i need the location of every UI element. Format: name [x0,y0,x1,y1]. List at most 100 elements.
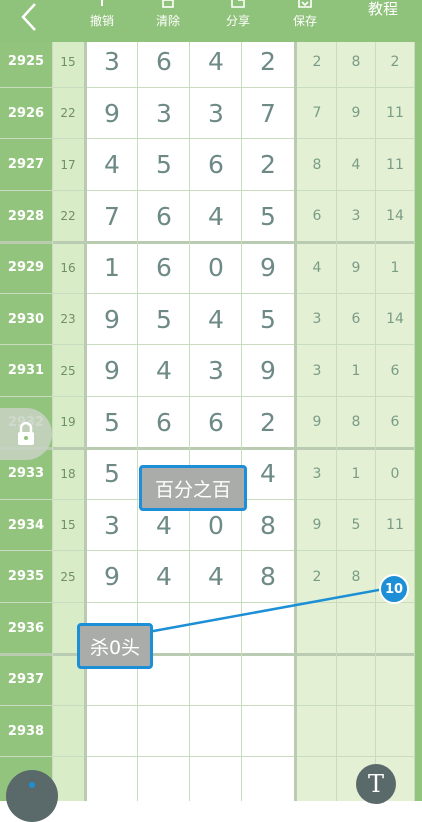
annotation-tag-100-percent[interactable]: 百分之百 [139,465,247,511]
digit-cell[interactable]: 5 [242,191,294,243]
extra-cell [376,654,414,706]
digit-cell[interactable]: 9 [86,294,138,346]
table-row[interactable]: 2938 [0,706,414,758]
text-tool-button[interactable]: T [356,764,396,804]
digit-cell[interactable]: 9 [86,345,138,397]
digit-cell[interactable] [242,603,294,655]
digit-cell[interactable]: 3 [138,88,190,140]
extra-cell: 1 [351,465,361,482]
save-button[interactable]: 保存 [277,0,333,42]
extra-cell: 14 [386,311,404,328]
table-row[interactable]: 2930 23 9 5 4 5 3 6 14 [0,294,414,346]
digit-cell[interactable]: 3 [190,88,242,140]
annotation-badge[interactable]: 10 [379,574,409,604]
back-button[interactable] [16,2,42,32]
digit-cell[interactable] [242,706,294,758]
digit-cell[interactable]: 1 [86,242,138,294]
sum-cell: 17 [60,157,76,172]
sum-cell: 19 [60,415,76,430]
column-divider [137,42,138,801]
digit-cell[interactable]: 5 [138,139,190,191]
annotation-tag-kill-zero-head[interactable]: 杀0头 [77,623,153,669]
column-divider [336,42,337,801]
trash-icon [162,0,174,8]
digit-cell[interactable]: 6 [190,397,242,449]
extra-cell: 6 [390,414,400,431]
table-row[interactable]: 2935 25 9 4 4 8 2 8 [0,551,414,603]
table-row[interactable]: 2925 15 3 6 4 2 2 8 2 [0,36,414,88]
digit-cell[interactable] [86,706,138,758]
extra-cell [337,654,375,706]
digit-cell[interactable]: 4 [242,448,294,500]
digit-cell[interactable]: 4 [190,294,242,346]
table-row[interactable]: 2927 17 4 5 6 2 8 4 11 [0,139,414,191]
digit-cell[interactable]: 6 [190,139,242,191]
table-row[interactable]: 2931 25 9 4 3 9 3 1 6 [0,345,414,397]
undo-button[interactable]: 撤销 [74,0,130,42]
digit-cell[interactable]: 7 [242,88,294,140]
digit-cell[interactable]: 6 [138,36,190,88]
digit-cell[interactable]: 4 [86,139,138,191]
digit-cell[interactable]: 6 [138,242,190,294]
extra-cell: 8 [351,53,361,70]
save-icon [298,0,312,8]
digit-cell[interactable]: 3 [86,500,138,552]
digit-cell[interactable]: 2 [242,139,294,191]
digit-cell[interactable]: 6 [138,191,190,243]
digit-cell[interactable] [190,654,242,706]
digit-cell[interactable] [242,654,294,706]
digit-cell[interactable] [138,706,190,758]
undo-icon [101,0,103,6]
digit-cell[interactable]: 9 [242,242,294,294]
digit-cell[interactable] [190,706,242,758]
digit-cell[interactable]: 8 [242,551,294,603]
digit-cell[interactable]: 4 [138,345,190,397]
extra-cell: 4 [351,156,361,173]
digit-cell[interactable]: 2 [242,397,294,449]
digit-cell[interactable]: 4 [138,551,190,603]
digit-cell[interactable]: 7 [86,191,138,243]
digit-cell[interactable] [190,603,242,655]
digit-cell[interactable]: 8 [242,500,294,552]
digit-cell[interactable]: 4 [190,551,242,603]
digit-cell[interactable]: 9 [86,551,138,603]
extra-cell: 11 [386,156,404,173]
digit-cell[interactable]: 5 [86,397,138,449]
clear-button[interactable]: 清除 [140,0,196,42]
digit-cell[interactable]: 0 [190,242,242,294]
digit-cell[interactable]: 9 [242,345,294,397]
table-row[interactable]: 2928 22 7 6 4 5 6 3 14 [0,191,414,243]
digit-cell[interactable]: 9 [86,88,138,140]
left-floating-button[interactable] [6,770,58,822]
digit-cell[interactable]: 2 [242,36,294,88]
right-edge-column [414,42,422,801]
digit-cell[interactable]: 5 [138,294,190,346]
digit-cell[interactable]: 3 [86,36,138,88]
table-row[interactable]: 2926 22 9 3 3 7 7 9 11 [0,88,414,140]
period-cell: 2931 [7,363,45,379]
tutorial-button[interactable]: 教程 [368,0,398,18]
table-row[interactable]: 2937 [0,654,414,706]
extra-cell: 3 [312,311,322,328]
digit-cell[interactable]: 3 [190,345,242,397]
lock-handle[interactable] [0,408,52,460]
digit-cell[interactable]: 4 [190,191,242,243]
period-cell: 2936 [7,620,45,636]
share-button[interactable]: 分享 [210,0,266,42]
digit-cell[interactable]: 6 [138,397,190,449]
table-row[interactable]: 2932195662986 [0,397,414,449]
digit-cell[interactable]: 5 [86,448,138,500]
lottery-trend-grid[interactable]: 2925 15 3 6 4 2 2 8 2 2926 22 9 3 3 7 7 9 11 2927 17 4 5 6 2 8 4 1… [0,0,422,801]
digit-cell[interactable]: 4 [190,36,242,88]
table-row[interactable]: 2929 16 1 6 0 9 4 9 1 [0,242,414,294]
column-divider [414,42,415,801]
sum-cell [52,706,84,758]
row-divider [0,550,414,551]
top-toolbar: 撤销 清除 分享 保存 教程 [0,0,422,42]
extra-cell: 3 [312,362,322,379]
digit-cell[interactable]: 5 [242,294,294,346]
sum-cell: 16 [60,260,76,275]
table-row[interactable]: 2936 [0,603,414,655]
extra-cell: 6 [390,362,400,379]
row-divider [0,138,414,139]
